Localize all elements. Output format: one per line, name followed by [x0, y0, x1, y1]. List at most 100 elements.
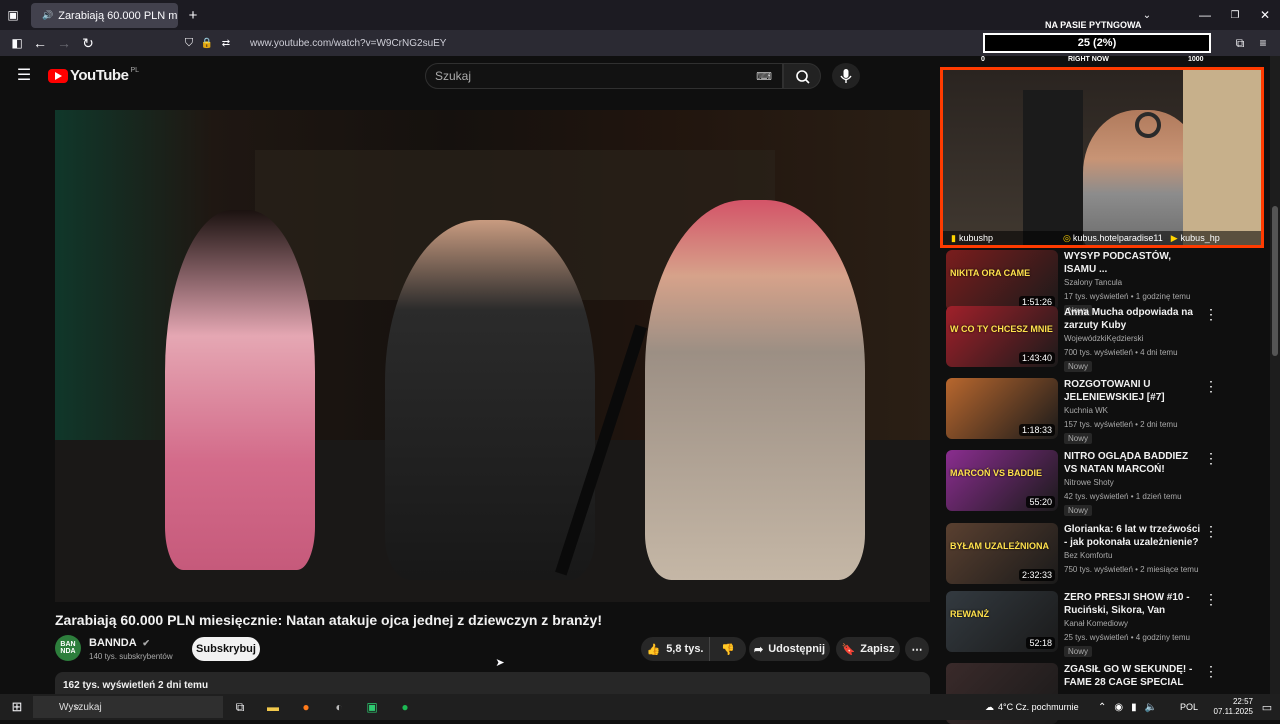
youtube-logo-text: YouTube — [70, 67, 129, 84]
new-badge: Nowy — [1064, 433, 1093, 444]
new-tab-button[interactable]: + — [185, 7, 201, 24]
scrollbar-thumb[interactable] — [1272, 206, 1278, 356]
share-label: Udostępnij — [768, 643, 826, 655]
thumbnail[interactable]: W CO TY CHCESZ MNIE 1:43:40 — [946, 306, 1058, 367]
extensions-icon[interactable]: ⧉ — [1232, 35, 1248, 51]
thumbnail[interactable]: MARCOŃ VS BADDIE 55:20 — [946, 450, 1058, 511]
dislike-button[interactable]: 👎 — [709, 637, 746, 661]
recommendation-channel[interactable]: Kuchnia WK — [1064, 406, 1108, 415]
hamburger-menu-icon[interactable]: ☰ — [15, 66, 33, 84]
search-button[interactable] — [783, 63, 821, 89]
recommendation-item[interactable]: REWANŻ 52:18 ZERO PRESJI SHOW #10 - Rucińs… — [946, 591, 1268, 657]
recommendation-title[interactable]: ROZGOTOWANI U JELENIEWSKIEJ [#7] — [1064, 378, 1202, 404]
recommendation-channel[interactable]: WojewódzkiKędzierski — [1064, 334, 1143, 343]
channel-name-row[interactable]: BANNDA ✔ — [89, 637, 150, 649]
channel-avatar[interactable]: BAN NDA — [55, 635, 81, 661]
video-player[interactable] — [55, 110, 930, 602]
chevron-down-icon[interactable]: ⌄ — [1140, 8, 1154, 22]
app-icon[interactable]: ◐ — [331, 699, 347, 715]
more-actions-button[interactable]: ⋯ — [905, 637, 929, 661]
more-vertical-icon[interactable]: ⋮ — [1204, 523, 1218, 540]
chat-app-icon[interactable]: ▣ — [364, 699, 380, 715]
youtube-logo[interactable]: YouTube PL — [48, 67, 139, 84]
notification-icon[interactable]: ▭ — [1259, 699, 1275, 715]
recommendation-channel[interactable]: Nitrowe Shoty — [1064, 478, 1114, 487]
clock[interactable]: 22:57 07.11.2025 — [1203, 697, 1253, 717]
recommendation-item[interactable]: W CO TY CHCESZ MNIE 1:43:40 Anna Mucha odp… — [946, 306, 1268, 372]
recommendation-item[interactable]: MARCOŃ VS BADDIE 55:20 NITRO OGLĄDA BADDIE… — [946, 450, 1268, 516]
channel-name[interactable]: BANNDA — [89, 637, 136, 649]
taskbar-search-text: Wyszukaj — [59, 701, 102, 713]
more-vertical-icon[interactable]: ⋮ — [1204, 663, 1218, 680]
video-frame-person-center — [385, 220, 595, 580]
menu-icon[interactable]: ≡ — [1255, 35, 1271, 51]
weather[interactable]: ☁ 4°C Cz. pochmurnie — [985, 694, 1079, 720]
recommendation-channel[interactable]: Bez Komfortu — [1064, 551, 1112, 560]
recommendation-item[interactable]: BYŁAM UZALEŻNIONA 2:32:33 Glorianka: 6 lat… — [946, 523, 1268, 584]
restore-icon[interactable]: ❐ — [1226, 7, 1244, 23]
spotify-icon[interactable]: ● — [397, 699, 413, 715]
views-and-date: 162 tys. wyświetleń 2 dni temu — [63, 680, 209, 691]
lock-icon[interactable]: 🔒 — [200, 36, 214, 50]
thumbnail[interactable]: REWANŻ 52:18 — [946, 591, 1058, 652]
recommendation-title[interactable]: Glorianka: 6 lat w trzeźwości - jak poko… — [1064, 523, 1202, 549]
recommendation-channel[interactable]: Szalony Tancula — [1064, 278, 1122, 287]
save-button[interactable]: 🔖 Zapisz — [836, 637, 900, 661]
video-frame-person-right — [645, 200, 865, 580]
language[interactable]: POL — [1180, 694, 1198, 720]
thumbs-down-icon: 👎 — [721, 643, 735, 656]
more-vertical-icon[interactable]: ⋮ — [1204, 591, 1218, 608]
keyboard-icon[interactable]: ⌨ — [756, 70, 772, 83]
subscribe-button[interactable]: Subskrybuj — [192, 637, 260, 661]
recommendation-title[interactable]: ZERO PRESJI SHOW #10 - Ruciński, Sikora,… — [1064, 591, 1202, 617]
recommendation-title[interactable]: Anna Mucha odpowiada na zarzuty Kuby Woj… — [1064, 306, 1202, 332]
thumbnail[interactable]: 1:18:33 — [946, 378, 1058, 439]
more-vertical-icon[interactable]: ⋮ — [1204, 378, 1218, 395]
thumbs-up-icon: 👍 — [646, 643, 661, 656]
firefox-icon[interactable]: ● — [298, 699, 314, 715]
back-icon[interactable]: ← — [32, 35, 48, 51]
permissions-icon[interactable]: ⇄ — [219, 36, 233, 50]
close-window-icon[interactable]: ✕ — [1256, 7, 1274, 23]
minimize-icon[interactable]: — — [1196, 7, 1214, 23]
twitter-icon: ▮ — [951, 232, 956, 243]
like-button[interactable]: 👍 5,8 tys. — [641, 637, 709, 661]
browser-tab[interactable]: 🔊 Zarabiają 60.000 PLN miesi ✕ — [31, 3, 178, 28]
share-button[interactable]: ➦ Udostępnij — [749, 637, 830, 661]
description-box[interactable]: 162 tys. wyświetleń 2 dni temu — [55, 672, 930, 694]
thumbnail[interactable]: BYŁAM UZALEŻNIONA 2:32:33 — [946, 523, 1058, 584]
recommendation-channel[interactable]: Kanał Komediowy — [1064, 619, 1128, 628]
windows-start-icon[interactable]: ⊞ — [9, 699, 25, 715]
recommendation-item[interactable]: 1:18:33 ROZGOTOWANI U JELENIEWSKIEJ [#7] K… — [946, 378, 1268, 444]
more-vertical-icon[interactable]: ⋮ — [1204, 450, 1218, 467]
file-explorer-icon[interactable]: ▬ — [265, 699, 281, 715]
more-vertical-icon[interactable]: ⋮ — [1204, 306, 1218, 323]
tray-icons[interactable]: ⌃ ◉ ▮ 🔈 — [1098, 694, 1157, 720]
video-frame-person-left — [165, 210, 315, 570]
thumbnail-text: W CO TY CHCESZ MNIE — [950, 324, 1053, 334]
tab-list-icon[interactable]: ▣ — [5, 7, 21, 23]
url-text: www.youtube.com/watch?v=W9CrNG2suEY — [250, 37, 447, 49]
recommendation-title[interactable]: ZGASIŁ GO W SEKUNDĘ! - FAME 28 CAGE SPEC… — [1064, 663, 1202, 689]
reload-icon[interactable]: ↻ — [80, 35, 96, 51]
sidebar-icon[interactable]: ◧ — [9, 35, 25, 51]
recommendation-title[interactable]: NITRO OGLĄDA BADDIEZ VS NATAN MARCOŃ! *M… — [1064, 450, 1202, 476]
voice-search-button[interactable] — [832, 63, 860, 89]
search-input[interactable]: Szukaj ⌨ — [425, 63, 783, 89]
speaker-icon[interactable]: 🔊 — [42, 10, 53, 21]
youtube-play-icon — [48, 68, 68, 83]
task-view-icon[interactable]: ⧉ — [232, 699, 248, 715]
search-placeholder: Szukaj — [435, 69, 472, 83]
recommendation-title[interactable]: WYSYP PODCASTÓW, ISAMU ... — [1064, 250, 1202, 276]
url-bar[interactable]: www.youtube.com/watch?v=W9CrNG2suEY — [178, 33, 978, 53]
thumbnail[interactable]: NIKITA ORA CAME 1:51:26 — [946, 250, 1058, 311]
scrollbar[interactable] — [1270, 56, 1280, 694]
new-badge: Nowy — [1064, 505, 1093, 516]
handle-hotelparadise: kubus.hotelparadise11 — [1072, 233, 1163, 243]
duration-badge: 2:32:33 — [1018, 569, 1055, 581]
region-code: PL — [130, 67, 139, 74]
shield-icon[interactable]: ⛉ — [182, 36, 196, 50]
taskbar-search[interactable]: ⌕ Wyszukaj — [33, 696, 223, 718]
recommendation-item[interactable]: NIKITA ORA CAME 1:51:26 WYSYP PODCASTÓW, I… — [946, 250, 1268, 316]
weather-icon: ☁ — [985, 701, 994, 712]
